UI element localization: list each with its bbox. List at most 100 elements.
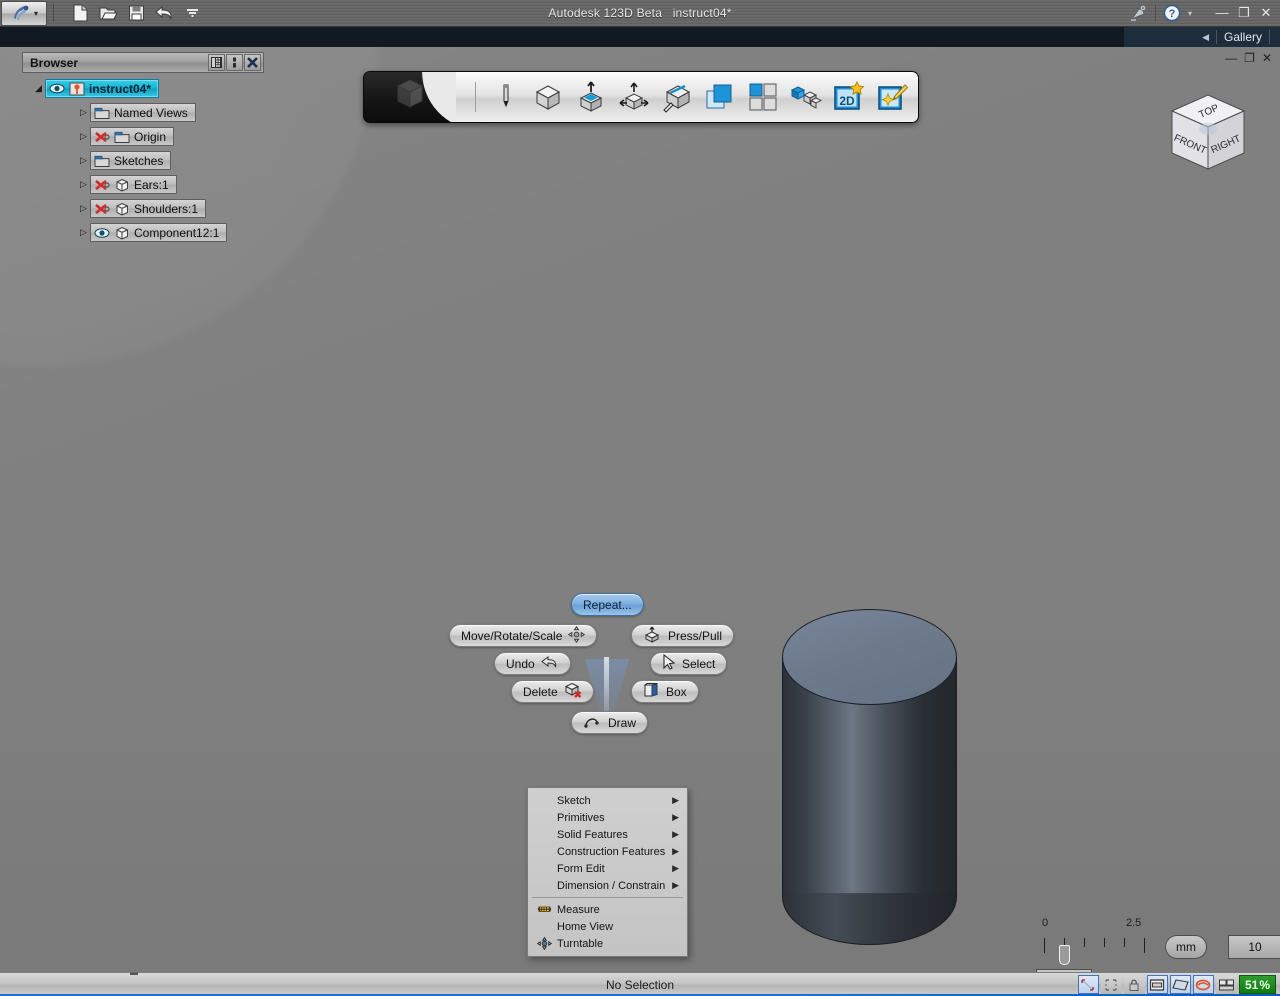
tree-chip-origin[interactable]: Origin [90,127,175,146]
marking-menu-undo[interactable]: Undo [494,652,571,675]
window-close-button[interactable]: ✕ [1258,6,1274,20]
tree-twisty-icon[interactable]: ◢ [32,79,45,98]
context-menu-item-primitives[interactable]: Primitives ▶ [528,809,687,826]
ground-plane-icon[interactable] [1169,975,1191,994]
smart-tool-icon[interactable] [875,80,909,114]
smooth-shade-icon[interactable] [1192,975,1214,994]
context-menu-item-sketch[interactable]: Sketch ▶ [528,792,687,809]
panel-minimize-button[interactable]: — [1225,51,1237,65]
scale-slider-handle[interactable] [1059,945,1070,965]
tree-chip-root[interactable]: instruct04* [45,79,160,98]
context-menu-item-dimension-constrain[interactable]: Dimension / Constrain ▶ [528,877,687,894]
context-label-turntable: Turntable [557,937,604,950]
new-file-icon[interactable] [70,3,90,23]
marking-menu-delete[interactable]: Delete [511,680,594,703]
snap-line-icon[interactable] [1077,975,1099,994]
scale-widget: 0 2.5 0.5 mm 10 [1034,913,1280,972]
tree-node-origin[interactable]: ▷ Origin [77,127,264,146]
tree-node-instruct04[interactable]: ◢ instruct04* [32,79,264,98]
ruler-tick [1124,938,1125,947]
grid-value-field[interactable]: 10 [1228,935,1280,959]
tree-node-component12[interactable]: ▷ Component12:1 [77,223,264,242]
marking-menu-move-rotate-scale[interactable]: Move/Rotate/Scale [449,624,598,647]
assembly-tool-icon[interactable] [789,80,823,114]
hidden-x-icon[interactable] [94,178,110,192]
context-menu-item-construction-features[interactable]: Construction Features ▶ [528,843,687,860]
lock-icon[interactable] [1123,975,1145,994]
tree-twisty-icon[interactable]: ▷ [77,175,90,194]
marking-menu-draw[interactable]: Draw [571,711,649,734]
gallery-label: Gallery [1223,30,1262,44]
tree-chip-shoulders[interactable]: Shoulders:1 [90,199,207,218]
tree-node-sketches[interactable]: ▷ Sketches [77,151,264,170]
context-menu-item-turntable[interactable]: Turntable [528,935,687,952]
browser-settings-icon[interactable] [226,54,243,71]
main-toolbar-buttons: 2D [456,72,918,122]
sketch-tool-icon[interactable] [488,80,522,114]
move-tool-icon[interactable] [617,80,651,114]
tree-chip-sketches[interactable]: Sketches [90,151,172,170]
2d-drawing-tool-icon[interactable]: 2D [832,80,866,114]
tree-node-named-views[interactable]: ▷ Named Views [77,103,264,122]
context-icon-placeholder [537,828,552,841]
tree-node-shoulders[interactable]: ▷ Shoulders:1 [77,199,264,218]
context-menu-item-home-view[interactable]: Home View [528,918,687,935]
panel-close-button[interactable]: ✕ [1262,51,1272,65]
window-restore-button[interactable]: ❐ [1236,6,1252,20]
cylinder-model[interactable] [782,609,957,945]
tree-chip-component12[interactable]: Component12:1 [90,223,228,242]
marking-menu-press-pull[interactable]: Press/Pull [631,624,735,647]
zoom-level-indicator[interactable]: 51% [1238,975,1276,994]
dual-view-icon[interactable] [1215,975,1237,994]
eye-icon[interactable] [94,226,110,240]
context-menu-item-measure[interactable]: Measure [528,901,687,918]
browser-filter-icon[interactable] [208,54,225,71]
app-menu-button[interactable]: ▾ [1,0,47,26]
gallery-divider-2 [1269,30,1270,44]
undo-icon[interactable] [154,3,174,23]
pattern-tool-icon[interactable] [746,80,780,114]
tree-twisty-icon[interactable]: ▷ [77,223,90,242]
eye-icon[interactable] [49,82,65,96]
open-file-icon[interactable] [98,3,118,23]
gallery-collapse-icon[interactable]: ◀ [1202,32,1209,43]
cylinder-top-face[interactable] [782,609,957,705]
satellite-dish-icon[interactable] [1129,3,1149,23]
panel-restore-button[interactable]: ❐ [1244,51,1255,65]
press-pull-tool-icon[interactable] [574,80,608,114]
view-cube[interactable]: TOP FRONT RIGHT [1158,87,1258,187]
unit-button[interactable]: mm [1165,935,1207,959]
tree-chip-ears[interactable]: Ears:1 [90,175,177,194]
combine-tool-icon[interactable] [703,80,737,114]
save-icon[interactable] [126,3,146,23]
primitives-tool-icon[interactable] [531,80,565,114]
help-caret-icon[interactable]: ▾ [1188,9,1192,18]
tree-chip-named-views[interactable]: Named Views [90,103,196,122]
cube-logo-icon[interactable] [364,72,456,122]
viewport-scroll-nub[interactable]: ▬ [130,968,138,977]
snap-extents-icon[interactable] [1100,975,1122,994]
browser-close-icon[interactable] [244,54,261,71]
context-label-home-view: Home View [557,920,614,933]
modify-tool-icon[interactable] [660,80,694,114]
hidden-x-icon[interactable] [94,130,110,144]
tree-twisty-icon[interactable]: ▷ [77,103,90,122]
section-view-icon[interactable] [1146,975,1168,994]
tree-twisty-icon[interactable]: ▷ [77,151,90,170]
tree-node-ears[interactable]: ▷ Ears:1 [77,175,264,194]
viewport-3d[interactable]: — ❐ ✕ Browser ◢ instruct04* ▷ Named View… [0,47,1280,972]
tree-twisty-icon[interactable]: ▷ [77,127,90,146]
marking-menu-repeat[interactable]: Repeat... [571,593,644,616]
context-menu-item-solid-features[interactable]: Solid Features ▶ [528,826,687,843]
window-minimize-button[interactable]: — [1214,6,1230,20]
press-pull-icon [643,626,662,646]
toolbar-divider [475,82,476,112]
context-menu-item-form-edit[interactable]: Form Edit ▶ [528,860,687,877]
help-icon[interactable]: ? [1162,3,1182,23]
hidden-x-icon[interactable] [94,202,110,216]
marking-menu-select[interactable]: Select [650,652,728,675]
gallery-tab[interactable]: ◀ Gallery [1192,27,1280,47]
customize-caret-icon[interactable] [182,3,202,23]
marking-menu-box[interactable]: Box [631,680,699,703]
tree-twisty-icon[interactable]: ▷ [77,199,90,218]
